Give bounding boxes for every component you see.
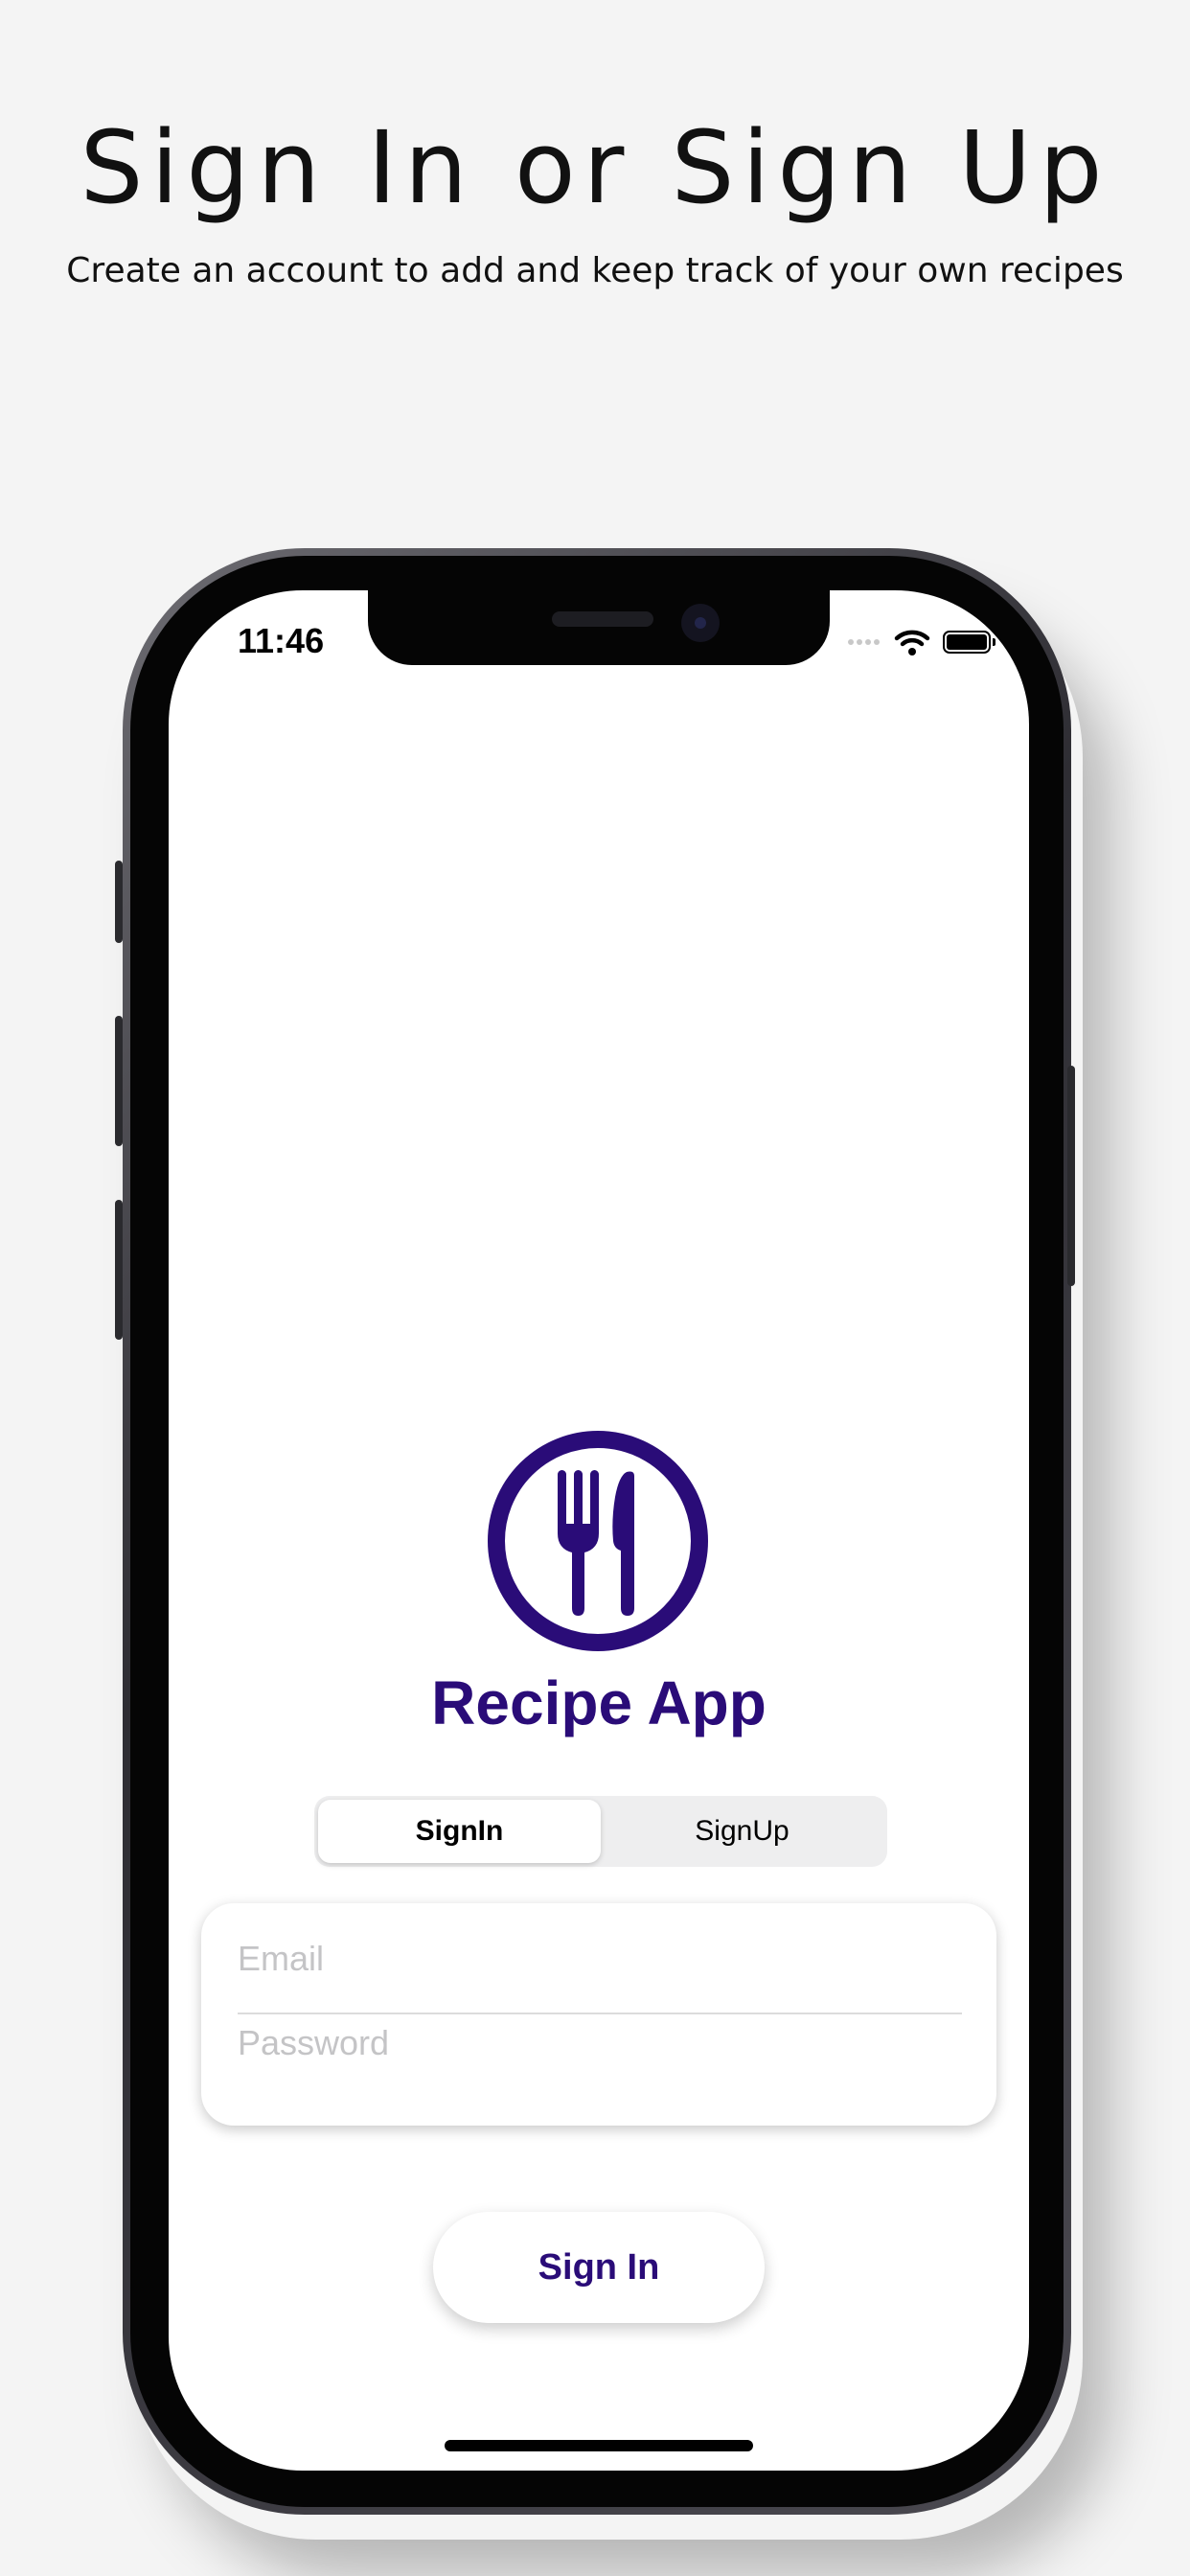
volume-down-button: [115, 1200, 123, 1340]
mute-switch: [115, 861, 123, 943]
segment-signup[interactable]: SignUp: [601, 1800, 883, 1863]
fork-knife-icon: [488, 1431, 708, 1651]
promo-subtitle: Create an account to add and keep track …: [66, 251, 1124, 290]
status-time: 11:46: [238, 621, 325, 660]
login-form-card: [201, 1903, 996, 2126]
front-camera: [681, 604, 720, 642]
wifi-icon: [894, 630, 930, 656]
power-button: [1067, 1066, 1075, 1286]
email-field[interactable]: [238, 1920, 962, 1997]
volume-up-button: [115, 1016, 123, 1146]
auth-mode-segmented-control: SignIn SignUp: [314, 1796, 887, 1867]
app-title: Recipe App: [431, 1668, 767, 1737]
battery-icon: [943, 631, 995, 654]
speaker-grille: [552, 611, 653, 627]
password-field[interactable]: [238, 2005, 962, 2082]
signal-icon: [848, 639, 880, 645]
notch: [368, 590, 830, 665]
sign-in-button[interactable]: Sign In: [433, 2212, 765, 2323]
phone-screen: 11:46 Recipe App SignIn SignUp Email Sig…: [169, 590, 1029, 2471]
camera-lens: [695, 617, 706, 629]
promo-title: Sign In or Sign Up: [80, 109, 1110, 226]
status-icons: [848, 623, 995, 661]
home-indicator[interactable]: [445, 2440, 753, 2451]
segment-signin[interactable]: SignIn: [318, 1800, 601, 1863]
